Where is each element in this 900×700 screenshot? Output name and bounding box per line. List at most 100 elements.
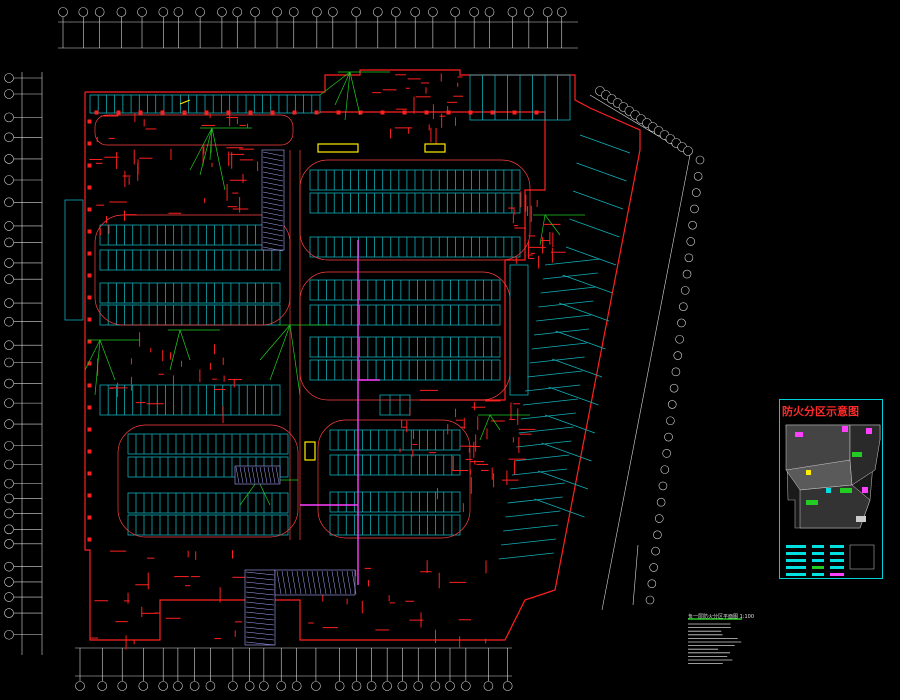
- grid-bubble: [410, 7, 421, 17]
- drawing-title: 负一层防火分区平面图 1:100: [688, 613, 754, 620]
- grid-bubble: [366, 681, 377, 691]
- grid-bubble: [693, 171, 703, 181]
- grid-bubble: [4, 357, 14, 368]
- grid-bubble: [58, 7, 68, 17]
- grid-bubble: [4, 493, 14, 504]
- grid-bubble: [4, 221, 14, 231]
- grid-bubble: [684, 253, 694, 263]
- grid-bubble: [4, 316, 14, 327]
- grid-bubble: [680, 286, 690, 295]
- grid-bubble: [677, 318, 686, 328]
- grid-bubble: [542, 7, 553, 17]
- grid-bubble: [328, 7, 338, 17]
- grid-bubble: [428, 7, 438, 17]
- grid-bubble: [4, 419, 14, 429]
- grid-bubble: [217, 7, 227, 17]
- grid-bubble: [4, 258, 14, 268]
- grid-bubble: [351, 681, 362, 691]
- grid-bubble: [4, 73, 14, 83]
- grid-bubble: [4, 237, 14, 248]
- grid-bubble: [673, 351, 683, 360]
- grid-bubble: [291, 681, 302, 691]
- grid-bubble: [556, 7, 567, 17]
- grid-bubble: [116, 7, 127, 17]
- grid-bubble: [695, 155, 705, 165]
- grid-bubble: [484, 7, 495, 17]
- grid-bubble: [244, 681, 255, 691]
- grid-bubble: [232, 7, 243, 17]
- grid-bubble: [450, 7, 460, 17]
- grid-bubble: [664, 432, 673, 442]
- cad-floor-plan: [0, 0, 900, 700]
- grid-bubble: [189, 681, 200, 691]
- grid-bubble: [4, 592, 14, 602]
- grid-bubble: [430, 681, 441, 691]
- grid-bubble: [78, 7, 89, 17]
- grid-bubble: [158, 7, 169, 17]
- grid-bubble: [662, 449, 671, 458]
- grid-bubble: [649, 563, 659, 572]
- grid-bubble: [688, 220, 697, 230]
- grid-bubble: [272, 7, 282, 17]
- grid-bubble: [656, 497, 666, 507]
- grid-bubble: [507, 7, 518, 17]
- grid-bubble: [413, 681, 424, 691]
- grid-bubble: [666, 416, 675, 426]
- grid-bubble: [382, 681, 392, 691]
- grid-bubble: [4, 340, 14, 351]
- grid-bubble: [671, 367, 681, 377]
- grid-bubble: [158, 681, 169, 691]
- grid-bubble: [311, 681, 321, 691]
- grid-bubble: [645, 595, 655, 605]
- grid-bubble: [195, 7, 205, 17]
- grid-bubble: [654, 514, 664, 523]
- grid-bubble: [461, 681, 471, 691]
- grid-bubble: [4, 175, 14, 185]
- grid-bubble: [647, 579, 657, 589]
- grid-bubble: [173, 681, 183, 691]
- grid-bubble: [4, 112, 14, 123]
- grid-bubble: [679, 302, 688, 311]
- grid-bubble: [75, 681, 85, 691]
- grid-bubble: [4, 298, 14, 308]
- grid-bubble: [4, 561, 14, 572]
- grid-bubble: [4, 608, 14, 618]
- grid-bubble: [690, 204, 699, 214]
- grid-bubble: [173, 7, 184, 17]
- grid-bubble: [4, 398, 14, 408]
- grid-bubble: [682, 269, 692, 279]
- grid-bubble: [4, 459, 14, 470]
- grid-bubble: [658, 481, 668, 491]
- grid-bubble: [683, 146, 693, 156]
- grid-bubble: [4, 132, 14, 143]
- grid-bubble: [250, 7, 260, 17]
- grid-bubble: [351, 7, 361, 17]
- drawing-scale: 1:100: [739, 614, 755, 620]
- grid-bubble: [675, 334, 684, 344]
- grid-bubble: [4, 478, 14, 489]
- grid-bubble: [288, 7, 299, 17]
- grid-bubble: [4, 154, 14, 164]
- grid-bubble: [4, 274, 14, 284]
- grid-bubble: [667, 400, 677, 409]
- grid-bubble: [391, 7, 401, 17]
- grid-bubble: [117, 681, 128, 691]
- grid-bubble: [483, 681, 494, 691]
- grid-bubble: [651, 546, 660, 556]
- grid-bubble: [228, 681, 238, 691]
- grid-bubble: [653, 530, 662, 540]
- grid-bubble: [4, 577, 14, 587]
- grid-bubble: [691, 188, 701, 197]
- grid-bubble: [4, 89, 14, 99]
- grid-bubble: [137, 7, 147, 17]
- grid-bubble: [397, 681, 408, 691]
- grid-bubble: [259, 681, 269, 691]
- grid-bubble: [669, 383, 679, 393]
- grid-bubble: [502, 681, 513, 691]
- grid-bubble: [372, 7, 383, 17]
- grid-bubble: [445, 681, 455, 691]
- grid-bubble: [686, 237, 696, 246]
- grid-bubble: [4, 524, 14, 535]
- grid-bubble: [4, 440, 14, 451]
- grid-bubble: [4, 508, 14, 519]
